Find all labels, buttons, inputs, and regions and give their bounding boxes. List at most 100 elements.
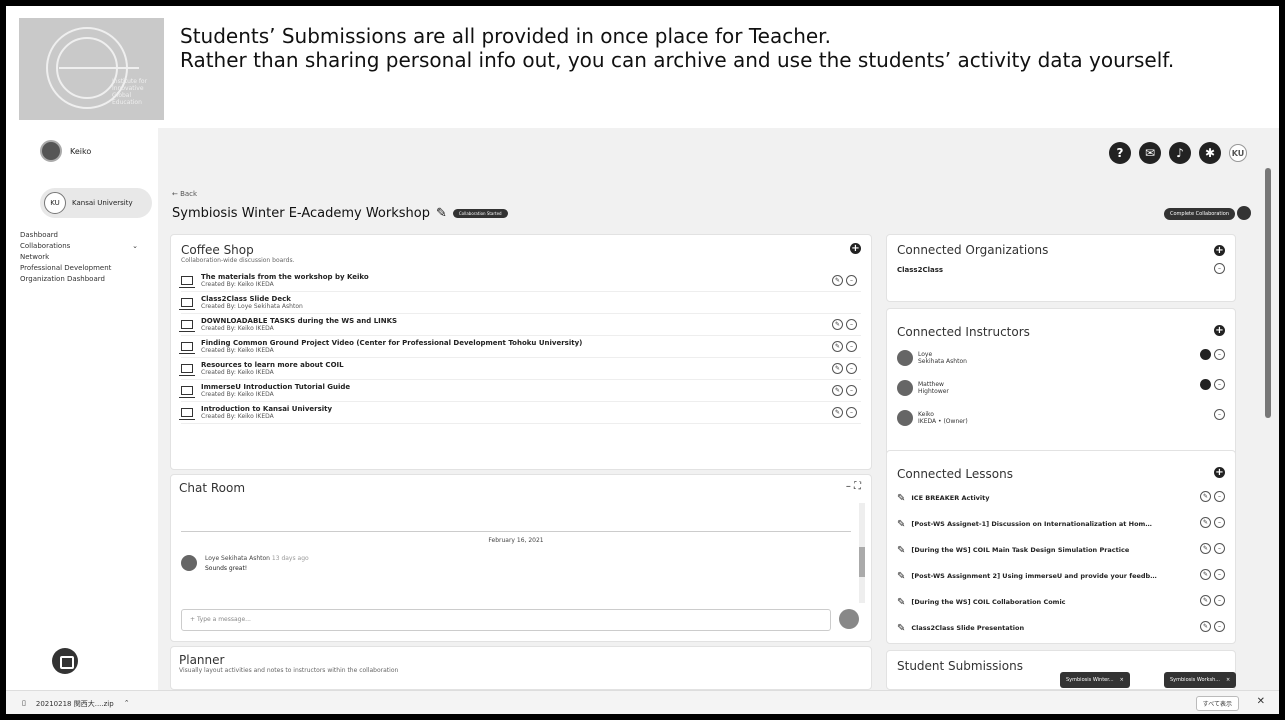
- add-organization-icon[interactable]: +: [1214, 245, 1225, 256]
- help-icon[interactable]: ?: [1109, 142, 1131, 164]
- connected-organizations-card: Connected Organizations + Class2Class –: [886, 234, 1236, 302]
- instructor-first-name: Matthew: [918, 381, 944, 388]
- remove-icon[interactable]: –: [1214, 543, 1225, 554]
- board-row[interactable]: Resources to learn more about COIL Create…: [179, 358, 861, 380]
- board-author: Created By: Keiko IKEDA: [201, 347, 274, 354]
- avatar: [40, 140, 62, 162]
- chevron-up-icon[interactable]: ⌃: [124, 699, 130, 709]
- remove-icon[interactable]: –: [1214, 517, 1225, 528]
- bell-icon[interactable]: ♪: [1169, 142, 1191, 164]
- coffee-shop-title: Coffee Shop: [181, 243, 254, 257]
- remove-icon[interactable]: –: [1214, 595, 1225, 606]
- board-row[interactable]: ImmerseU Introduction Tutorial Guide Crea…: [179, 380, 861, 402]
- instructor-row: Keiko IKEDA • (Owner) –: [897, 403, 1225, 433]
- edit-icon[interactable]: ✎: [832, 341, 843, 352]
- remove-icon[interactable]: –: [1214, 263, 1225, 274]
- board-row[interactable]: The materials from the workshop by Keiko…: [179, 270, 861, 292]
- gear-icon[interactable]: ✱: [1199, 142, 1221, 164]
- chat-widget-icon[interactable]: [52, 648, 78, 674]
- add-instructor-icon[interactable]: +: [1214, 325, 1225, 336]
- board-author: Created By: Keiko IKEDA: [201, 281, 274, 288]
- remove-icon[interactable]: –: [1214, 491, 1225, 502]
- show-all-button[interactable]: すべて表示: [1195, 696, 1239, 711]
- nav-professional-development[interactable]: Professional Development: [20, 263, 138, 274]
- message-icon[interactable]: [1200, 349, 1211, 360]
- board-row[interactable]: Class2Class Slide Deck Created By: Loye S…: [179, 292, 861, 314]
- chat-scrollbar[interactable]: [859, 503, 865, 603]
- submissions-title: Student Submissions: [897, 659, 1023, 673]
- board-row[interactable]: Finding Common Ground Project Video (Cen…: [179, 336, 861, 358]
- lesson-row[interactable]: ✎ [Post-WS Assignet-1] Discussion on Inte…: [897, 511, 1225, 537]
- remove-icon[interactable]: –: [846, 385, 857, 396]
- edit-icon[interactable]: ✎: [1200, 543, 1211, 554]
- lesson-row[interactable]: ✎ [Post-WS Assignment 2] Using immerseU a…: [897, 563, 1225, 589]
- edit-icon[interactable]: ✎: [832, 275, 843, 286]
- remove-icon[interactable]: –: [1214, 409, 1225, 420]
- delete-icon[interactable]: [1237, 206, 1251, 220]
- edit-icon[interactable]: ✎: [832, 363, 843, 374]
- complete-collaboration-button[interactable]: Complete Collaboration: [1163, 208, 1235, 220]
- page-scrollbar[interactable]: [1265, 168, 1271, 418]
- close-icon[interactable]: ×: [1120, 677, 1124, 683]
- headline-line-2: Rather than sharing personal info out, y…: [180, 48, 1175, 72]
- edit-pencil-icon[interactable]: ✎: [436, 206, 447, 221]
- pencil-icon: ✎: [897, 622, 906, 634]
- board-title: Introduction to Kansai University: [201, 405, 333, 413]
- headline: Students’ Submissions are all provided i…: [180, 24, 1260, 72]
- organization-row: Class2Class –: [897, 257, 1225, 283]
- lesson-row[interactable]: ✎ [During the WS] COIL Collaboration Comi…: [897, 589, 1225, 615]
- message-icon[interactable]: [1200, 379, 1211, 390]
- remove-icon[interactable]: –: [846, 341, 857, 352]
- lesson-row[interactable]: ✎ [During the WS] COIL Main Task Design S…: [897, 537, 1225, 563]
- planner-title: Planner: [179, 653, 225, 667]
- edit-icon[interactable]: ✎: [1200, 621, 1211, 632]
- add-lesson-icon[interactable]: +: [1214, 467, 1225, 478]
- chat-tab-1[interactable]: Symbiosis Winter... ×: [1060, 672, 1130, 688]
- remove-icon[interactable]: –: [846, 407, 857, 418]
- edit-icon[interactable]: ✎: [1200, 491, 1211, 502]
- board-title: Resources to learn more about COIL: [201, 361, 344, 369]
- minimize-expand-icon[interactable]: – ⛶: [846, 481, 861, 492]
- close-icon[interactable]: ×: [1226, 677, 1230, 683]
- lesson-title: Class2Class Slide Presentation: [911, 624, 1025, 632]
- board-title: Class2Class Slide Deck: [201, 295, 291, 303]
- lesson-row[interactable]: ✎ Class2Class Slide Presentation ✎ –: [897, 615, 1225, 641]
- nav-organization-dashboard[interactable]: Organization Dashboard: [20, 274, 138, 285]
- remove-icon[interactable]: –: [846, 275, 857, 286]
- headline-line-1: Students’ Submissions are all provided i…: [180, 24, 831, 48]
- pencil-icon: ✎: [897, 518, 906, 530]
- download-item[interactable]: ▯ 20210218 関西大....zip ⌃: [22, 699, 130, 709]
- coffee-shop-subtitle: Collaboration-wide discussion boards.: [181, 257, 295, 264]
- avatar: [897, 380, 913, 396]
- institute-logo: Institute for Innovative Global Educatio…: [19, 18, 164, 120]
- user-profile[interactable]: Keiko: [40, 140, 91, 162]
- back-link[interactable]: ← Back: [172, 190, 197, 198]
- nav-collaborations[interactable]: Collaborations ⌄: [20, 241, 138, 252]
- chat-tab-2[interactable]: Symbiosis Worksh... ×: [1164, 672, 1237, 688]
- add-board-icon[interactable]: +: [850, 243, 861, 254]
- edit-icon[interactable]: ✎: [832, 319, 843, 330]
- org-logo-icon[interactable]: KU: [1229, 144, 1247, 162]
- university-selector[interactable]: KU Kansai University: [40, 188, 152, 218]
- remove-icon[interactable]: –: [1214, 379, 1225, 390]
- message-input[interactable]: + Type a message...: [181, 609, 831, 631]
- board-row[interactable]: DOWNLOADABLE TASKS during the WS and LIN…: [179, 314, 861, 336]
- nav-dashboard[interactable]: Dashboard: [20, 230, 138, 241]
- messages-icon[interactable]: ✉: [1139, 142, 1161, 164]
- nav-network[interactable]: Network: [20, 252, 138, 263]
- send-icon[interactable]: [839, 609, 859, 629]
- remove-icon[interactable]: –: [846, 363, 857, 374]
- remove-icon[interactable]: –: [1214, 621, 1225, 632]
- message-text: Sounds great!: [205, 565, 248, 572]
- edit-icon[interactable]: ✎: [832, 407, 843, 418]
- board-row[interactable]: Introduction to Kansai University Created…: [179, 402, 861, 424]
- remove-icon[interactable]: –: [1214, 569, 1225, 580]
- lesson-row[interactable]: ✎ ICE BREAKER Activity ✎ –: [897, 485, 1225, 511]
- remove-icon[interactable]: –: [846, 319, 857, 330]
- close-icon[interactable]: ✕: [1257, 696, 1265, 707]
- edit-icon[interactable]: ✎: [832, 385, 843, 396]
- edit-icon[interactable]: ✎: [1200, 517, 1211, 528]
- edit-icon[interactable]: ✎: [1200, 595, 1211, 606]
- remove-icon[interactable]: –: [1214, 349, 1225, 360]
- edit-icon[interactable]: ✎: [1200, 569, 1211, 580]
